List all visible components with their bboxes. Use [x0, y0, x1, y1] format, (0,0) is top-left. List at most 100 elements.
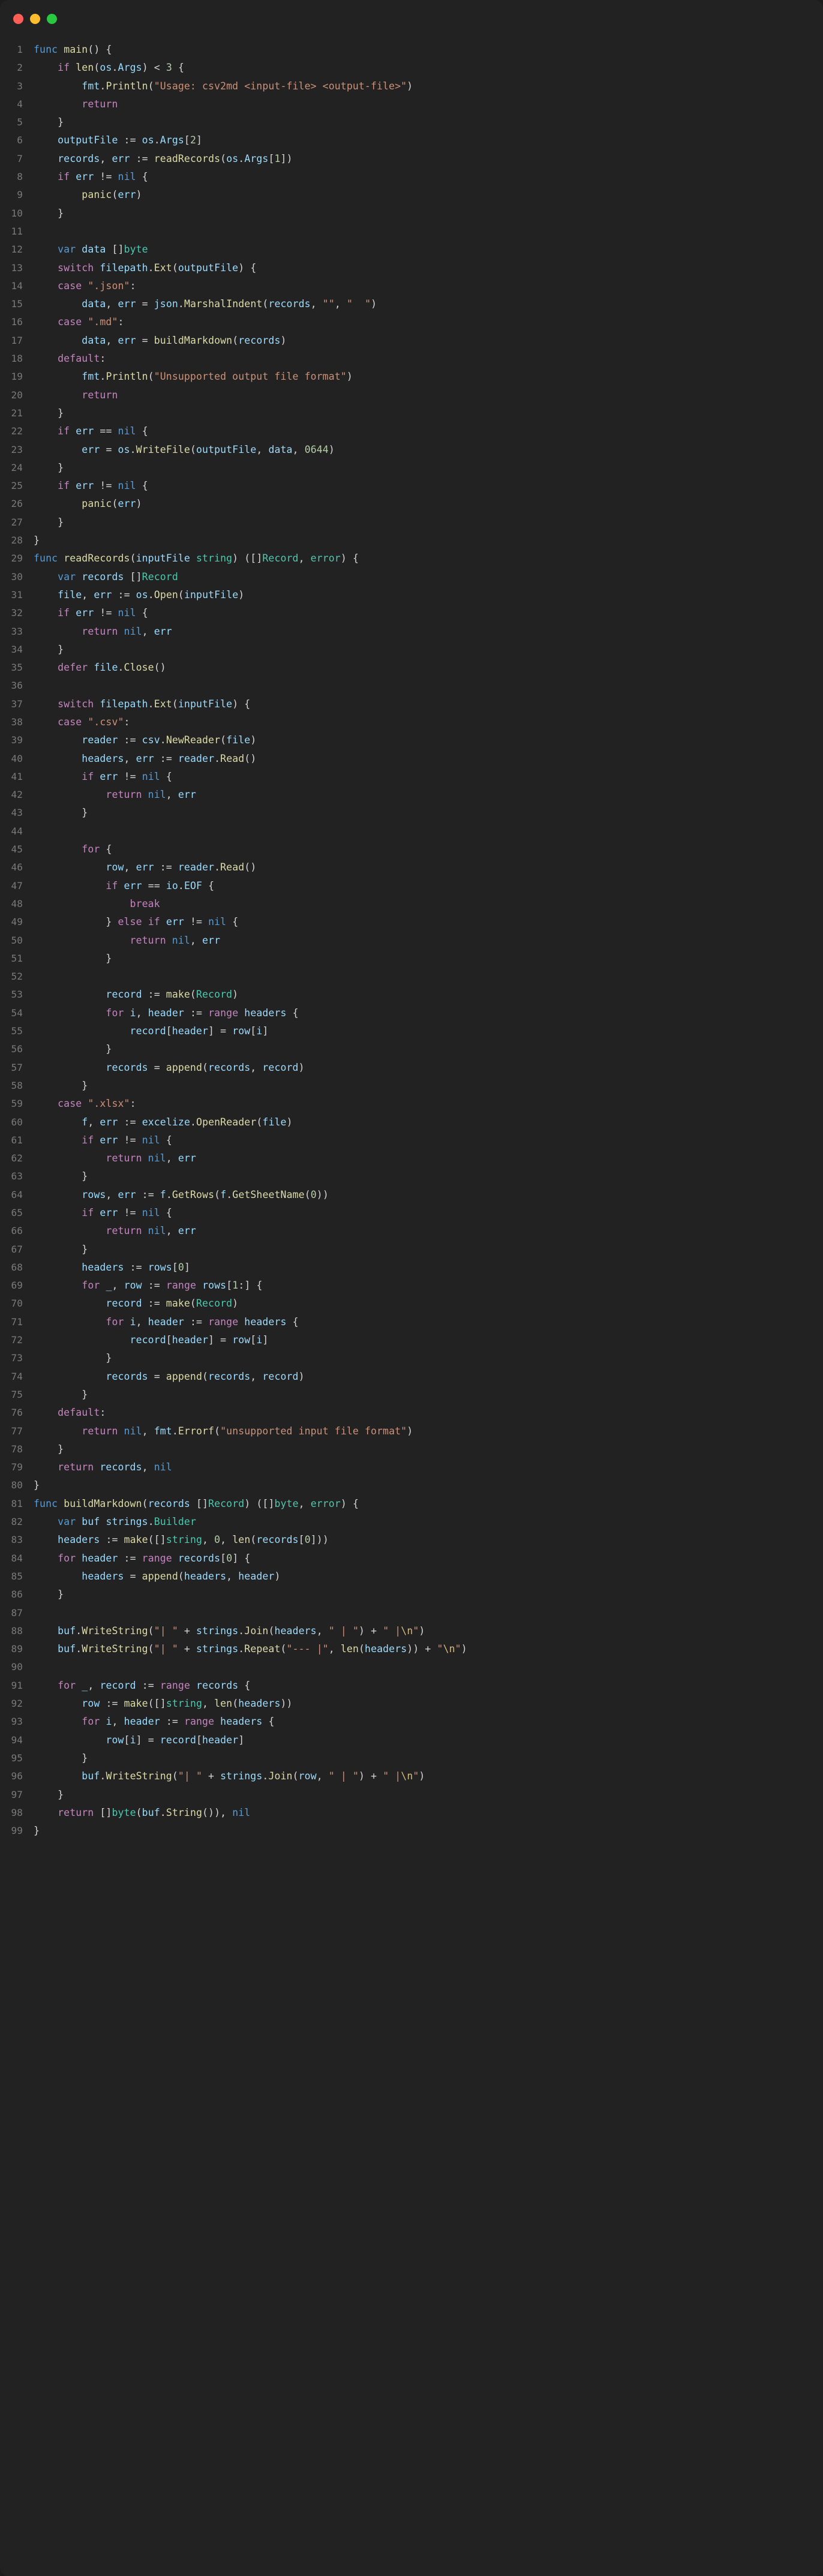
line-content[interactable]: record[header] = row[i] [34, 1022, 823, 1040]
line-content[interactable]: } [34, 641, 823, 659]
line-content[interactable]: fmt.Println("Usage: csv2md <input-file> … [34, 77, 823, 95]
line-content[interactable]: } [34, 950, 823, 968]
line-content[interactable]: } [34, 1349, 823, 1367]
line-content[interactable]: } [34, 205, 823, 223]
line-content[interactable] [34, 822, 823, 840]
line-content[interactable]: return nil, err [34, 786, 823, 804]
maximize-window-button[interactable] [47, 13, 57, 24]
line-content[interactable]: } [34, 804, 823, 822]
line-content[interactable]: case ".xlsx": [34, 1095, 823, 1113]
line-content[interactable]: } [34, 1241, 823, 1259]
line-content[interactable]: } [34, 1040, 823, 1058]
line-content[interactable]: var data []byte [34, 241, 823, 259]
line-content[interactable]: if len(os.Args) < 3 { [34, 59, 823, 77]
line-content[interactable]: defer file.Close() [34, 659, 823, 677]
line-content[interactable]: } [34, 532, 823, 550]
line-content[interactable]: reader := csv.NewReader(file) [34, 731, 823, 749]
line-content[interactable]: data, err = buildMarkdown(records) [34, 332, 823, 350]
line-content[interactable]: return records, nil [34, 1458, 823, 1476]
line-content[interactable]: return [34, 386, 823, 404]
line-content[interactable]: return []byte(buf.String()), nil [34, 1804, 823, 1822]
line-content[interactable]: switch filepath.Ext(outputFile) { [34, 259, 823, 277]
line-content[interactable]: default: [34, 350, 823, 368]
line-content[interactable]: if err != nil { [34, 168, 823, 186]
line-content[interactable]: } [34, 1440, 823, 1458]
code-editor[interactable]: 1 func main() {2 if len(os.Args) < 3 {3 f… [0, 37, 823, 1840]
line-content[interactable]: row := make([]string, len(headers)) [34, 1695, 823, 1713]
line-content[interactable]: row, err := reader.Read() [34, 858, 823, 876]
line-content[interactable]: records, err := readRecords(os.Args[1]) [34, 150, 823, 168]
line-content[interactable]: } [34, 1077, 823, 1095]
line-content[interactable]: panic(err) [34, 186, 823, 204]
line-content[interactable]: if err == io.EOF { [34, 877, 823, 895]
line-content[interactable]: for i, header := range headers { [34, 1313, 823, 1331]
minimize-window-button[interactable] [30, 13, 40, 24]
line-content[interactable]: if err != nil { [34, 768, 823, 786]
line-content[interactable] [34, 968, 823, 986]
line-content[interactable]: fmt.Println("Unsupported output file for… [34, 368, 823, 386]
line-content[interactable]: headers = append(headers, header) [34, 1568, 823, 1586]
line-content[interactable]: } [34, 1749, 823, 1767]
line-content[interactable]: rows, err := f.GetRows(f.GetSheetName(0)… [34, 1186, 823, 1204]
line-content[interactable]: break [34, 895, 823, 913]
line-content[interactable]: buf.WriteString("| " + strings.Join(head… [34, 1622, 823, 1640]
line-content[interactable]: record := make(Record) [34, 1295, 823, 1313]
line-content[interactable]: func readRecords(inputFile string) ([]Re… [34, 550, 823, 568]
line-content[interactable]: if err == nil { [34, 422, 823, 440]
line-content[interactable]: for { [34, 840, 823, 858]
line-content[interactable]: } [34, 1167, 823, 1185]
line-content[interactable]: } [34, 113, 823, 131]
line-content[interactable]: } [34, 404, 823, 422]
line-content[interactable]: if err != nil { [34, 477, 823, 495]
line-content[interactable]: } [34, 1822, 823, 1840]
line-content[interactable] [34, 223, 823, 241]
line-content[interactable]: for _, record := range records { [34, 1677, 823, 1695]
line-content[interactable]: case ".csv": [34, 713, 823, 731]
line-content[interactable] [34, 677, 823, 695]
line-content[interactable]: } [34, 1586, 823, 1604]
line-content[interactable]: err = os.WriteFile(outputFile, data, 064… [34, 441, 823, 459]
line-content[interactable]: } else if err != nil { [34, 913, 823, 931]
line-content[interactable]: f, err := excelize.OpenReader(file) [34, 1113, 823, 1131]
line-content[interactable]: record[header] = row[i] [34, 1331, 823, 1349]
line-content[interactable]: records = append(records, record) [34, 1368, 823, 1386]
line-content[interactable]: func main() { [34, 41, 823, 59]
line-content[interactable]: if err != nil { [34, 1131, 823, 1149]
line-content[interactable]: record := make(Record) [34, 986, 823, 1004]
line-content[interactable]: func buildMarkdown(records []Record) ([]… [34, 1495, 823, 1513]
line-content[interactable]: records = append(records, record) [34, 1059, 823, 1077]
line-content[interactable]: panic(err) [34, 495, 823, 513]
line-content[interactable]: case ".json": [34, 277, 823, 295]
line-content[interactable]: switch filepath.Ext(inputFile) { [34, 695, 823, 713]
line-content[interactable]: } [34, 514, 823, 532]
line-content[interactable]: return nil, err [34, 932, 823, 950]
line-content[interactable]: } [34, 459, 823, 477]
line-content[interactable]: default: [34, 1404, 823, 1422]
line-content[interactable]: return nil, err [34, 623, 823, 641]
line-content[interactable]: if err != nil { [34, 1204, 823, 1222]
line-content[interactable]: for _, row := range rows[1:] { [34, 1277, 823, 1295]
line-content[interactable]: } [34, 1386, 823, 1404]
line-content[interactable]: case ".md": [34, 313, 823, 331]
line-content[interactable]: for i, header := range headers { [34, 1004, 823, 1022]
line-content[interactable]: data, err = json.MarshalIndent(records, … [34, 295, 823, 313]
line-content[interactable]: var records []Record [34, 568, 823, 586]
line-content[interactable]: } [34, 1476, 823, 1494]
line-content[interactable]: buf.WriteString("| " + strings.Repeat("-… [34, 1640, 823, 1658]
line-content[interactable]: if err != nil { [34, 604, 823, 622]
line-content[interactable]: return nil, err [34, 1222, 823, 1240]
line-content[interactable]: return nil, err [34, 1149, 823, 1167]
line-content[interactable]: return [34, 95, 823, 113]
line-content[interactable]: for i, header := range headers { [34, 1713, 823, 1731]
line-content[interactable]: headers, err := reader.Read() [34, 750, 823, 768]
line-content[interactable]: headers := rows[0] [34, 1259, 823, 1277]
line-content[interactable]: } [34, 1786, 823, 1804]
line-content[interactable]: headers := make([]string, 0, len(records… [34, 1531, 823, 1549]
line-content[interactable]: outputFile := os.Args[2] [34, 131, 823, 149]
line-content[interactable]: return nil, fmt.Errorf("unsupported inpu… [34, 1422, 823, 1440]
line-content[interactable]: buf.WriteString("| " + strings.Join(row,… [34, 1767, 823, 1785]
line-content[interactable]: for header := range records[0] { [34, 1550, 823, 1568]
line-content[interactable] [34, 1604, 823, 1622]
line-content[interactable] [34, 1658, 823, 1676]
close-window-button[interactable] [13, 13, 23, 24]
